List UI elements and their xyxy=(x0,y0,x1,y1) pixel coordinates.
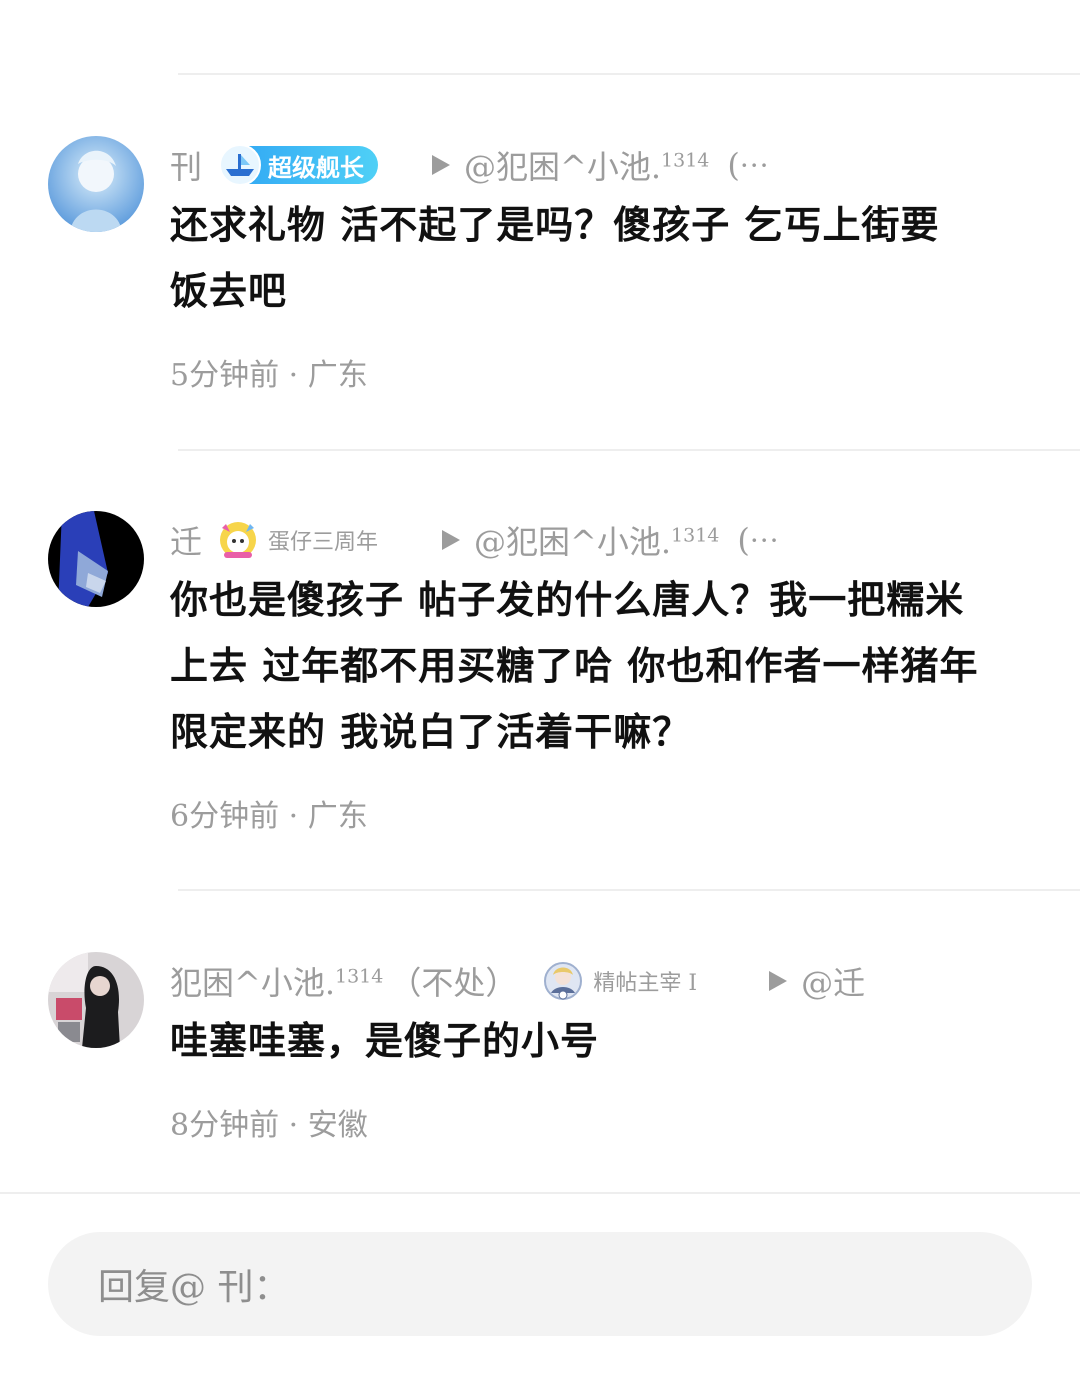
post-master-badge-icon xyxy=(544,962,583,1000)
reply-target-link[interactable]: @犯困^小池.1314 xyxy=(464,142,709,188)
badge-label: 超级舰长 xyxy=(268,152,365,182)
username[interactable]: 刊 xyxy=(170,142,202,188)
ship-badge-icon xyxy=(219,144,262,186)
reply-input[interactable]: 回复@ 刊： xyxy=(48,1232,1032,1336)
reply-arrow-icon xyxy=(769,971,788,991)
time-location: 6分钟前 · 广东 xyxy=(170,799,368,834)
avatar[interactable] xyxy=(48,136,144,232)
divider xyxy=(178,449,1080,451)
avatar[interactable] xyxy=(48,511,144,607)
comment-text[interactable]: 你也是傻孩子 帖子发的什么唐人？我一把糯米 上去 过年都不用买糖了哈 你也和作者… xyxy=(170,567,1040,765)
eggy-badge-icon xyxy=(220,522,257,558)
comment-text-line: 你也是傻孩子 帖子发的什么唐人？我一把糯米 xyxy=(170,577,965,622)
badge-label: 精帖主宰 I xyxy=(593,971,698,996)
reply-target-name: @犯困^小池. xyxy=(474,523,672,561)
comment-text-line: 饭去吧 xyxy=(170,268,288,313)
reply-arrow-icon xyxy=(442,530,461,550)
divider xyxy=(178,889,1080,891)
comment-text[interactable]: 还求礼物 活不起了是吗？傻孩子 乞丐上街要 饭去吧 xyxy=(170,192,1040,324)
username[interactable]: 犯困^小池.1314 （不处） xyxy=(170,958,517,1004)
comment-text-line: 还求礼物 活不起了是吗？傻孩子 乞丐上街要 xyxy=(170,202,940,247)
comment-text-line: 上去 过年都不用买糖了哈 你也和作者一样猪年 xyxy=(170,643,979,688)
comment-text[interactable]: 哇塞哇塞，是傻子的小号 xyxy=(170,1008,1040,1074)
reply-target-sup: 1314 xyxy=(671,524,720,547)
avatar[interactable] xyxy=(48,952,144,1048)
more-paren: ( xyxy=(737,521,750,559)
more-icon[interactable]: ··· xyxy=(750,524,780,557)
reply-target-sup: 1314 xyxy=(661,149,710,172)
medal-badge[interactable]: 超级舰长 xyxy=(219,144,379,186)
username-sup: 1314 xyxy=(335,965,384,988)
more-icon[interactable]: ··· xyxy=(740,149,770,182)
medal-badge[interactable]: 蛋仔三周年 xyxy=(216,518,378,562)
comment-meta: 犯困^小池.1314 （不处） 精帖主宰 I @迁 xyxy=(170,958,865,1004)
reply-arrow-icon xyxy=(432,155,451,175)
comment-text-line: 哇塞哇塞，是傻子的小号 xyxy=(170,1018,600,1063)
reply-target-link[interactable]: @迁 xyxy=(801,958,865,1004)
medal-badge[interactable]: 精帖主宰 I xyxy=(541,959,697,1003)
comment-meta: 迁 蛋仔三周年 @犯困^小池.1314 ( ··· xyxy=(170,517,780,563)
reply-target-name: @犯困^小池. xyxy=(464,148,662,186)
comment-meta: 刊 超级舰长 @犯困^小池.1314 ( ··· xyxy=(170,142,770,188)
more-paren: ( xyxy=(727,146,740,184)
badge-label: 蛋仔三周年 xyxy=(268,530,379,555)
comment-text-line: 限定来的 我说白了活着干嘛？ xyxy=(170,709,692,754)
reply-target-link[interactable]: @犯困^小池.1314 xyxy=(474,517,719,563)
time-location: 8分钟前 · 安徽 xyxy=(170,1108,368,1143)
username-name: 犯困^小池. xyxy=(170,964,335,1002)
username-suffix: （不处） xyxy=(389,964,518,1002)
time-location: 5分钟前 · 广东 xyxy=(170,358,368,393)
divider-top xyxy=(178,73,1080,75)
reply-bar: 回复@ 刊： xyxy=(0,1192,1080,1374)
username[interactable]: 迁 xyxy=(170,517,202,563)
